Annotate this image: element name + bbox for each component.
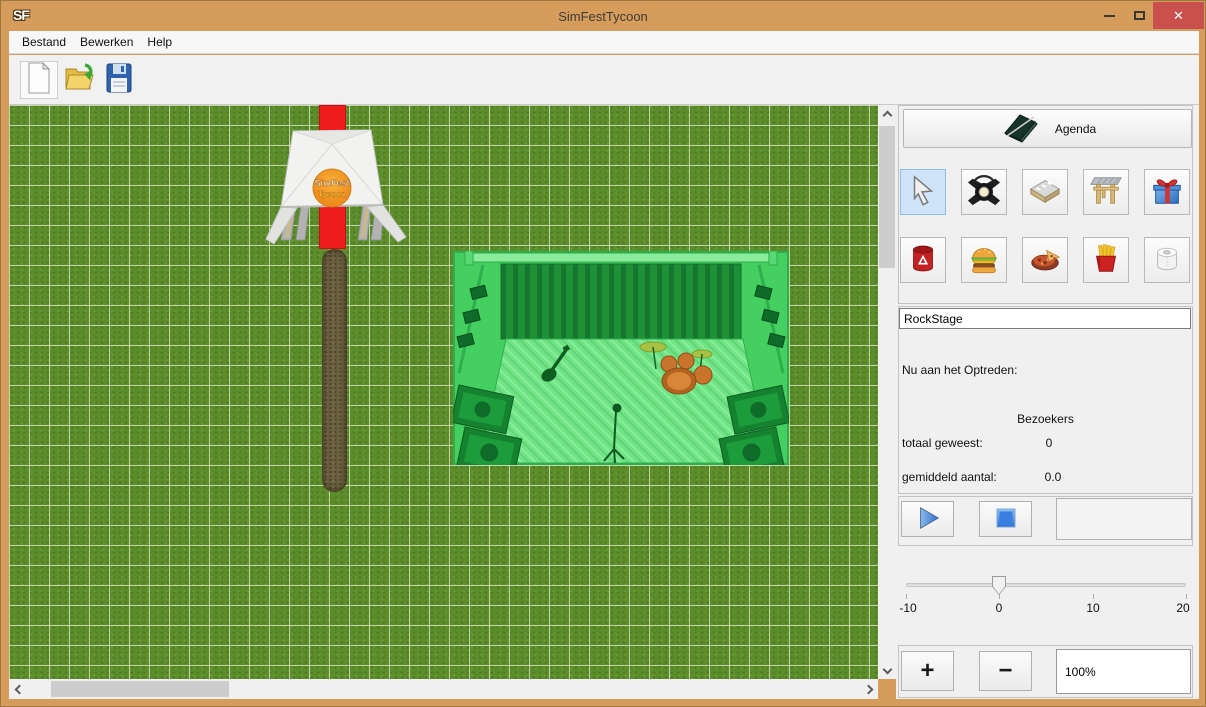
visitors-average-label: gemiddeld aantal: bbox=[902, 470, 997, 484]
play-icon bbox=[915, 505, 941, 534]
stop-button[interactable] bbox=[979, 501, 1032, 537]
open-file-button[interactable] bbox=[60, 61, 98, 99]
scroll-down-button[interactable] bbox=[878, 662, 896, 679]
road-tool-button[interactable] bbox=[1022, 169, 1068, 215]
chevron-left-icon bbox=[14, 684, 24, 694]
gift-box-icon bbox=[1150, 174, 1184, 211]
open-folder-icon bbox=[62, 61, 96, 100]
agenda-button[interactable]: Agenda bbox=[903, 109, 1192, 148]
chevron-down-icon bbox=[882, 664, 892, 674]
fries-icon bbox=[1089, 242, 1123, 279]
visitors-total-value: 0 bbox=[1034, 436, 1064, 450]
visitors-average-value: 0.0 bbox=[1036, 470, 1070, 484]
app-window: SF SimFestTycoon ✕ Bestand Bewerken Help bbox=[0, 0, 1206, 707]
hamburger-icon bbox=[967, 242, 1001, 279]
toolbar bbox=[9, 55, 1199, 105]
stop-icon bbox=[994, 506, 1018, 533]
stage-name-input[interactable] bbox=[899, 308, 1191, 329]
dirt-path[interactable] bbox=[322, 249, 347, 492]
window-title: SimFestTycoon bbox=[2, 9, 1204, 24]
pizza-stand-tool-button[interactable] bbox=[1022, 237, 1068, 283]
visitors-total-label: totaal geweest: bbox=[902, 436, 983, 450]
tent-logo-text-2: Tycoon bbox=[318, 190, 346, 199]
slider-label-zero: 0 bbox=[996, 601, 1003, 615]
menu-item-bestand[interactable]: Bestand bbox=[15, 32, 73, 52]
zoom-level-input[interactable] bbox=[1056, 649, 1191, 694]
agenda-button-label: Agenda bbox=[1055, 122, 1096, 136]
maximize-button[interactable] bbox=[1124, 2, 1154, 29]
slider-tick bbox=[906, 594, 907, 599]
play-button[interactable] bbox=[901, 501, 954, 537]
pizza-icon bbox=[1028, 242, 1062, 279]
horizontal-scrollbar[interactable] bbox=[9, 679, 878, 699]
slider-label-min: -10 bbox=[899, 601, 916, 615]
zoom-in-button[interactable]: + bbox=[901, 651, 954, 691]
menubar: Bestand Bewerken Help bbox=[9, 31, 1199, 54]
select-tool-button[interactable] bbox=[900, 169, 946, 215]
burger-stand-tool-button[interactable] bbox=[961, 237, 1007, 283]
spotlight-icon bbox=[967, 174, 1001, 211]
zoom-out-button[interactable]: − bbox=[979, 651, 1032, 691]
vertical-scrollbar[interactable] bbox=[878, 105, 896, 679]
trash-bin-tool-button[interactable] bbox=[900, 237, 946, 283]
close-button[interactable]: ✕ bbox=[1153, 2, 1204, 29]
entrance-tent[interactable]: SimFest Tycoon bbox=[263, 127, 409, 249]
fries-stand-tool-button[interactable] bbox=[1083, 237, 1129, 283]
stage-properties-groupbox bbox=[898, 306, 1193, 494]
transport-placeholder-button[interactable] bbox=[1056, 498, 1192, 540]
slider-tick bbox=[1093, 594, 1094, 599]
chevron-right-icon bbox=[863, 684, 873, 694]
entrance-gate-tool-button[interactable] bbox=[1083, 169, 1129, 215]
new-file-button[interactable] bbox=[20, 61, 58, 99]
gift-shop-tool-button[interactable] bbox=[1144, 169, 1190, 215]
speed-slider-thumb[interactable] bbox=[992, 576, 1006, 595]
agenda-book-icon bbox=[999, 111, 1041, 146]
new-file-icon bbox=[23, 61, 55, 100]
minimize-button[interactable] bbox=[1094, 2, 1124, 29]
visitors-header: Bezoekers bbox=[896, 412, 1195, 426]
tent-logo-text-1: SimFest bbox=[314, 178, 349, 188]
horizontal-scroll-thumb[interactable] bbox=[51, 681, 229, 697]
road-tile-icon bbox=[1028, 174, 1062, 211]
gate-icon bbox=[1089, 174, 1123, 211]
stage-light-tool-button[interactable] bbox=[961, 169, 1007, 215]
save-button[interactable] bbox=[100, 61, 138, 99]
now-performing-label: Nu aan het Optreden: bbox=[902, 363, 1017, 377]
cursor-icon bbox=[906, 174, 940, 211]
menu-item-bewerken[interactable]: Bewerken bbox=[73, 32, 140, 52]
tent-logo bbox=[313, 169, 351, 207]
sidebar: Agenda bbox=[896, 105, 1199, 699]
speed-slider-thumb-face bbox=[993, 577, 1005, 594]
scroll-left-button[interactable] bbox=[9, 679, 26, 699]
minimize-icon bbox=[1104, 15, 1115, 17]
chevron-up-icon bbox=[882, 110, 892, 120]
toilet-tool-button[interactable] bbox=[1144, 237, 1190, 283]
save-icon bbox=[103, 61, 135, 100]
toilet-roll-icon bbox=[1150, 242, 1184, 279]
rock-stage-selected[interactable] bbox=[453, 251, 789, 465]
slider-tick bbox=[999, 594, 1000, 599]
close-icon: ✕ bbox=[1173, 8, 1184, 24]
festival-map-canvas[interactable]: SimFest Tycoon bbox=[9, 105, 878, 679]
slider-label-ten: 10 bbox=[1086, 601, 1099, 615]
titlebar: SF SimFestTycoon ✕ bbox=[2, 2, 1204, 31]
maximize-icon bbox=[1134, 11, 1145, 20]
slider-label-max: 20 bbox=[1176, 601, 1189, 615]
speed-slider-track[interactable] bbox=[906, 583, 1186, 587]
menu-item-help[interactable]: Help bbox=[140, 32, 179, 52]
scroll-up-button[interactable] bbox=[878, 105, 896, 122]
trash-bin-icon bbox=[906, 242, 940, 279]
slider-tick bbox=[1186, 594, 1187, 599]
vertical-scroll-thumb[interactable] bbox=[879, 126, 895, 268]
scroll-right-button[interactable] bbox=[861, 679, 878, 699]
